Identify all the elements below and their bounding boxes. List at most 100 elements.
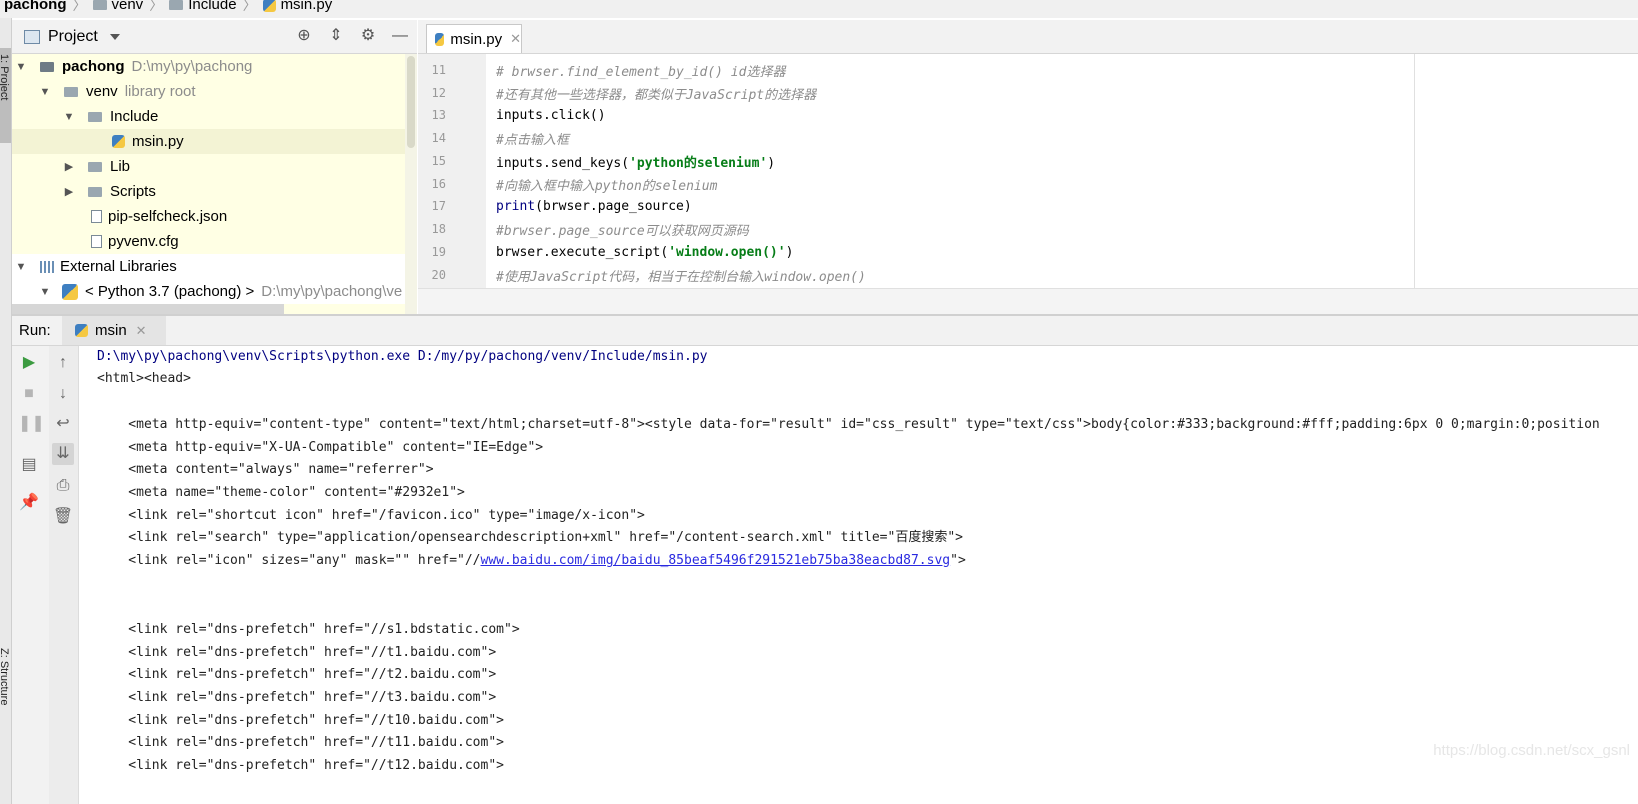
code-text: inputs.send_keys( — [496, 155, 630, 171]
library-icon — [40, 260, 54, 273]
expand-arrow-icon[interactable]: ▼ — [38, 286, 52, 298]
pin-icon[interactable]: 📌 — [18, 492, 40, 514]
expand-arrow-icon[interactable]: ▼ — [14, 61, 28, 73]
folder-icon — [64, 86, 78, 97]
tree-item-label: Scripts — [110, 183, 156, 200]
rerun-icon[interactable]: ▶ — [18, 352, 40, 374]
chevron-down-icon — [109, 33, 120, 40]
console-output[interactable]: D:\my\py\pachong\venv\Scripts\python.exe… — [79, 346, 1638, 804]
tree-item-pachong[interactable]: ▼ pachong D:\my\py\pachong — [12, 54, 407, 79]
project-tree: ▼ pachong D:\my\py\pachong ▼ venv librar… — [12, 54, 417, 314]
console-link[interactable]: www.baidu.com/img/baidu_85beaf5496f29152… — [481, 553, 951, 568]
tree-item-scripts[interactable]: ▶ Scripts — [12, 179, 407, 204]
tree-item-pyvenv[interactable]: pyvenv.cfg — [12, 229, 407, 254]
tree-item-venv[interactable]: ▼ venv library root — [12, 79, 407, 104]
scroll-to-end-icon[interactable]: ⇊ — [52, 443, 74, 465]
line-number: 14 — [431, 131, 446, 145]
tree-item-path-hint: D:\my\py\pachong\ve — [261, 283, 403, 300]
tree-item-path-hint: D:\my\py\pachong — [131, 58, 253, 75]
run-toolbar: ▶ ■ ❚❚ ▤ 📌 ↑ ↓ ↩ ⇊ ⎙ 🗑 — [12, 346, 79, 804]
run-tab-msin[interactable]: msin ✕ — [62, 316, 166, 345]
console-line: <meta http-equiv="X-UA-Compatible" conte… — [97, 440, 544, 455]
breadcrumb-item-pachong[interactable]: pachong — [4, 0, 67, 12]
tree-item-external-libraries[interactable]: ▼ External Libraries — [12, 254, 407, 279]
structure-tool-stripe-button[interactable]: Z: Structure — [0, 638, 11, 748]
python-file-icon — [262, 0, 276, 12]
horizontal-scrollbar[interactable] — [12, 304, 284, 314]
breadcrumb-label: msin.py — [280, 0, 333, 13]
structure-stripe-label: Z: Structure — [0, 648, 10, 706]
tree-item-python-sdk[interactable]: ▼ < Python 3.7 (pachong) > D:\my\py\pach… — [12, 279, 417, 304]
pause-icon[interactable]: ❚❚ — [18, 413, 45, 435]
console-line: <link rel="dns-prefetch" href="//t11.bai… — [97, 735, 504, 750]
code-line: 12 #还有其他一些选择器，都类似于JavaScript的选择器 — [418, 82, 1638, 104]
gear-icon[interactable]: ⚙ — [359, 27, 377, 45]
code-text: # brwser.find_element_by_id() id选择器 — [496, 64, 786, 80]
console-line: <meta name="theme-color" content="#2932e… — [97, 485, 465, 500]
code-line: 11 # brwser.find_element_by_id() id选择器 — [418, 59, 1638, 81]
breadcrumb-item-msin[interactable]: msin.py — [262, 0, 333, 13]
expand-arrow-icon[interactable]: ▼ — [62, 111, 76, 123]
project-panel-title: Project — [48, 27, 98, 45]
tree-item-include[interactable]: ▼ Include — [12, 104, 407, 129]
locate-icon[interactable]: ⊕ — [295, 27, 313, 45]
watermark: https://blog.csdn.net/scx_gsnl — [1433, 742, 1630, 759]
folder-icon — [88, 186, 102, 197]
project-view-selector[interactable]: Project — [24, 28, 120, 46]
minimize-icon[interactable]: — — [391, 27, 409, 45]
vertical-scrollbar-thumb[interactable] — [407, 56, 415, 148]
python-file-icon — [112, 135, 125, 148]
breadcrumb-label: pachong — [4, 0, 67, 13]
trash-icon[interactable]: 🗑 — [52, 506, 74, 528]
code-line: 14 #点击输入框 — [418, 127, 1638, 149]
code-text: #还有其他一些选择器，都类似于JavaScript的选择器 — [496, 87, 817, 103]
stop-icon[interactable]: ■ — [18, 383, 40, 405]
line-number: 18 — [431, 222, 446, 236]
project-tool-stripe-button[interactable]: 1: Project — [0, 48, 11, 143]
console-line: <link rel="dns-prefetch" href="//t3.baid… — [97, 690, 497, 705]
expand-arrow-icon[interactable]: ▼ — [38, 86, 52, 98]
line-number: 20 — [431, 268, 446, 282]
folder-icon — [40, 61, 54, 72]
code-builtin: print — [496, 198, 536, 214]
breadcrumb-item-venv[interactable]: venv — [92, 0, 143, 12]
tree-item-pip-selfcheck[interactable]: pip-selfcheck.json — [12, 204, 407, 229]
expand-arrow-icon[interactable]: ▼ — [14, 261, 28, 273]
code-text: (brwser.page_source) — [535, 198, 692, 214]
arrow-down-icon[interactable]: ↓ — [52, 383, 74, 405]
tree-item-path-hint: library root — [124, 83, 196, 100]
console-text: "> — [950, 553, 966, 568]
python-icon — [75, 324, 88, 337]
breadcrumb-separator: 〉 — [242, 0, 257, 13]
line-number: 11 — [431, 63, 446, 77]
code-line: 13 inputs.click() — [418, 104, 1638, 126]
project-panel-header: Project ⊕ ⇕ ⚙ — — [12, 20, 417, 54]
layout-icon[interactable]: ▤ — [18, 454, 40, 476]
console-line: D:\my\py\pachong\venv\Scripts\python.exe… — [97, 349, 708, 364]
python-icon — [62, 283, 78, 300]
console-line: <link rel="dns-prefetch" href="//t12.bai… — [97, 758, 504, 773]
breadcrumb: pachong 〉 venv 〉 Include 〉 msin.py — [0, 0, 1638, 18]
line-number: 16 — [431, 177, 446, 191]
folder-icon — [88, 111, 102, 122]
close-icon[interactable]: ✕ — [510, 31, 521, 47]
tree-item-msin-py[interactable]: msin.py — [12, 129, 407, 154]
editor-tab-msin-py[interactable]: msin.py ✕ — [426, 24, 522, 53]
breadcrumb-item-include[interactable]: Include — [169, 0, 237, 12]
print-icon[interactable]: ⎙ — [52, 475, 74, 497]
code-editor[interactable]: 11 # brwser.find_element_by_id() id选择器 12… — [418, 54, 1638, 288]
tree-item-lib[interactable]: ▶ Lib — [12, 154, 407, 179]
python-file-icon — [435, 32, 445, 46]
expand-arrow-icon[interactable]: ▶ — [62, 160, 76, 173]
collapse-all-icon[interactable]: ⇕ — [327, 27, 345, 45]
run-panel-label: Run: — [19, 322, 51, 339]
code-text: #向输入框中输入python的selenium — [496, 178, 718, 194]
code-string: 'window.open()' — [668, 244, 786, 260]
close-icon[interactable]: ✕ — [136, 323, 147, 339]
console-line: <link rel="search" type="application/ope… — [97, 530, 963, 545]
soft-wrap-icon[interactable]: ↩ — [52, 413, 74, 435]
line-number: 15 — [431, 154, 446, 168]
arrow-up-icon[interactable]: ↑ — [52, 352, 74, 374]
expand-arrow-icon[interactable]: ▶ — [62, 185, 76, 198]
editor-tab-bar: msin.py ✕ — [418, 20, 1638, 54]
